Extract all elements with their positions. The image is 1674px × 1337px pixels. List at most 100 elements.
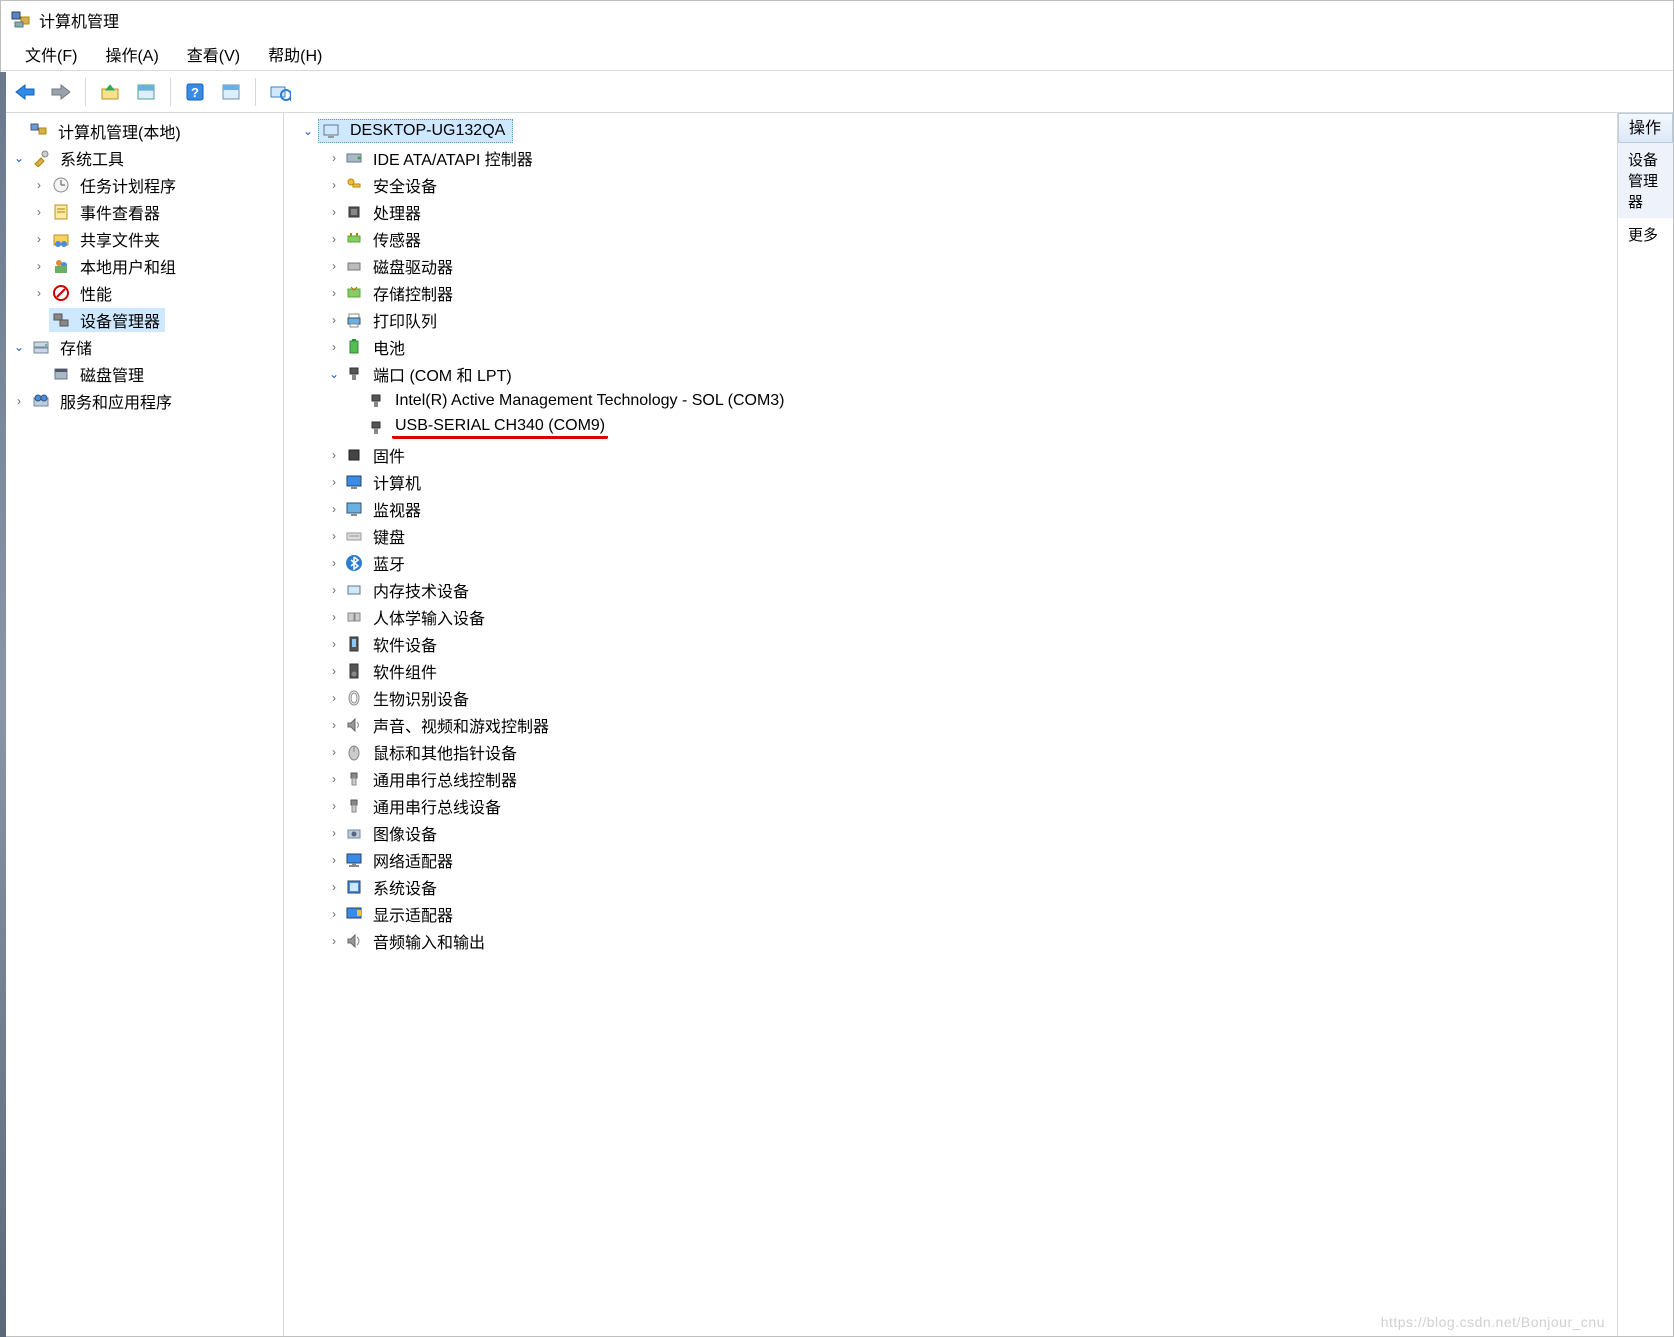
cat-display-adapters[interactable]: ›显示适配器 bbox=[284, 900, 1617, 927]
tree-device-manager[interactable]: ›设备管理器 bbox=[1, 306, 283, 333]
cat-monitors[interactable]: ›监视器 bbox=[284, 495, 1617, 522]
cat-software-devices[interactable]: ›软件设备 bbox=[284, 630, 1617, 657]
cat-hid[interactable]: ›人体学输入设备 bbox=[284, 603, 1617, 630]
chevron-right-icon[interactable]: › bbox=[326, 312, 342, 328]
chevron-right-icon[interactable]: › bbox=[326, 474, 342, 490]
tree-shared-folders[interactable]: ›共享文件夹 bbox=[1, 225, 283, 252]
left-tree[interactable]: ▶ 计算机管理(本地) ⌄ bbox=[1, 117, 283, 414]
chevron-right-icon[interactable]: › bbox=[326, 339, 342, 355]
cat-bluetooth[interactable]: ›蓝牙 bbox=[284, 549, 1617, 576]
chevron-right-icon[interactable]: › bbox=[31, 231, 47, 247]
chevron-right-icon[interactable]: › bbox=[326, 906, 342, 922]
printer-icon bbox=[344, 310, 364, 330]
cat-printers[interactable]: ›打印队列 bbox=[284, 306, 1617, 333]
device-tree[interactable]: ⌄ DESKTOP-UG132QA ›IDE ATA/ATAPI 控制器 ›安全… bbox=[284, 117, 1617, 954]
chevron-right-icon[interactable]: › bbox=[326, 231, 342, 247]
tree-services-apps[interactable]: › 服务和应用程序 bbox=[1, 387, 283, 414]
cat-firmware[interactable]: ›固件 bbox=[284, 441, 1617, 468]
cat-ide[interactable]: ›IDE ATA/ATAPI 控制器 bbox=[284, 144, 1617, 171]
cat-memory-tech[interactable]: ›内存技术设备 bbox=[284, 576, 1617, 603]
chevron-right-icon[interactable]: › bbox=[326, 879, 342, 895]
chevron-right-icon[interactable]: › bbox=[326, 636, 342, 652]
chevron-down-icon[interactable]: ⌄ bbox=[326, 366, 342, 382]
forward-button[interactable] bbox=[46, 77, 76, 107]
chevron-right-icon[interactable]: › bbox=[326, 825, 342, 841]
tree-task-scheduler[interactable]: ›任务计划程序 bbox=[1, 171, 283, 198]
chevron-right-icon[interactable]: › bbox=[326, 690, 342, 706]
keyboard-icon bbox=[344, 526, 364, 546]
chevron-right-icon[interactable]: › bbox=[31, 177, 47, 193]
chevron-right-icon[interactable]: › bbox=[326, 663, 342, 679]
chevron-right-icon[interactable]: › bbox=[326, 528, 342, 544]
chevron-right-icon[interactable]: › bbox=[326, 285, 342, 301]
chevron-right-icon[interactable]: › bbox=[326, 933, 342, 949]
chevron-down-icon[interactable]: ⌄ bbox=[300, 123, 316, 139]
cat-disks[interactable]: ›磁盘驱动器 bbox=[284, 252, 1617, 279]
actions-device-mgr[interactable]: 设备管理器 bbox=[1618, 143, 1673, 218]
cat-security[interactable]: ›安全设备 bbox=[284, 171, 1617, 198]
chevron-right-icon[interactable]: › bbox=[326, 447, 342, 463]
cat-system-devices[interactable]: ›系统设备 bbox=[284, 873, 1617, 900]
cat-mice[interactable]: ›鼠标和其他指针设备 bbox=[284, 738, 1617, 765]
tree-performance[interactable]: ›性能 bbox=[1, 279, 283, 306]
chevron-right-icon[interactable]: › bbox=[31, 258, 47, 274]
cat-processors[interactable]: ›处理器 bbox=[284, 198, 1617, 225]
chevron-right-icon[interactable]: › bbox=[326, 204, 342, 220]
tree-root[interactable]: ▶ 计算机管理(本地) bbox=[1, 117, 283, 144]
menu-view[interactable]: 查看(V) bbox=[173, 38, 254, 70]
cat-keyboards[interactable]: ›键盘 bbox=[284, 522, 1617, 549]
chevron-right-icon[interactable]: › bbox=[31, 285, 47, 301]
chevron-right-icon[interactable]: › bbox=[11, 393, 27, 409]
chevron-right-icon[interactable]: › bbox=[326, 609, 342, 625]
port-intel-amt[interactable]: Intel(R) Active Management Technology - … bbox=[284, 387, 1617, 414]
menu-action[interactable]: 操作(A) bbox=[91, 38, 172, 70]
cat-network[interactable]: ›网络适配器 bbox=[284, 846, 1617, 873]
back-button[interactable] bbox=[10, 77, 40, 107]
menu-help[interactable]: 帮助(H) bbox=[254, 38, 336, 70]
properties-button[interactable] bbox=[131, 77, 161, 107]
chevron-down-icon[interactable]: ⌄ bbox=[11, 150, 27, 166]
help-button[interactable]: ? bbox=[180, 77, 210, 107]
actions-pane: 操作 设备管理器 更多 bbox=[1618, 113, 1673, 1336]
actions-more[interactable]: 更多 bbox=[1618, 218, 1673, 251]
cat-biometric[interactable]: ›生物识别设备 bbox=[284, 684, 1617, 711]
chevron-right-icon[interactable]: › bbox=[326, 258, 342, 274]
chevron-right-icon[interactable]: › bbox=[31, 204, 47, 220]
device-root[interactable]: ⌄ DESKTOP-UG132QA bbox=[284, 117, 1617, 144]
chevron-right-icon[interactable]: › bbox=[326, 555, 342, 571]
chevron-right-icon[interactable]: › bbox=[326, 852, 342, 868]
cat-storage-ctrl[interactable]: ›存储控制器 bbox=[284, 279, 1617, 306]
chevron-right-icon[interactable]: › bbox=[326, 744, 342, 760]
refresh-button[interactable] bbox=[265, 77, 295, 107]
cat-usb-controllers[interactable]: ›通用串行总线控制器 bbox=[284, 765, 1617, 792]
tree-disk-management[interactable]: ›磁盘管理 bbox=[1, 360, 283, 387]
tree-storage[interactable]: ⌄ 存储 bbox=[1, 333, 283, 360]
cat-computer[interactable]: ›计算机 bbox=[284, 468, 1617, 495]
port-usb-serial[interactable]: USB-SERIAL CH340 (COM9) bbox=[284, 414, 1617, 441]
tree-system-tools[interactable]: ⌄ 系统工具 bbox=[1, 144, 283, 171]
up-button[interactable] bbox=[95, 77, 125, 107]
chevron-right-icon[interactable]: › bbox=[326, 771, 342, 787]
key-icon bbox=[344, 175, 364, 195]
menu-file[interactable]: 文件(F) bbox=[11, 38, 91, 70]
cat-sound[interactable]: ›声音、视频和游戏控制器 bbox=[284, 711, 1617, 738]
chevron-right-icon[interactable]: › bbox=[326, 177, 342, 193]
cat-software-components[interactable]: ›软件组件 bbox=[284, 657, 1617, 684]
tree-event-viewer[interactable]: ›事件查看器 bbox=[1, 198, 283, 225]
cat-sensors[interactable]: ›传感器 bbox=[284, 225, 1617, 252]
chevron-right-icon[interactable]: › bbox=[326, 150, 342, 166]
cat-usb-devices[interactable]: ›通用串行总线设备 bbox=[284, 792, 1617, 819]
cat-batteries[interactable]: ›电池 bbox=[284, 333, 1617, 360]
tree-local-users[interactable]: ›本地用户和组 bbox=[1, 252, 283, 279]
chevron-down-icon[interactable]: ⌄ bbox=[11, 339, 27, 355]
cat-ports[interactable]: ⌄端口 (COM 和 LPT) bbox=[284, 360, 1617, 387]
chevron-right-icon[interactable]: › bbox=[326, 717, 342, 733]
chevron-right-icon[interactable]: › bbox=[326, 582, 342, 598]
storage-ctrl-icon bbox=[344, 283, 364, 303]
cat-imaging[interactable]: ›图像设备 bbox=[284, 819, 1617, 846]
console-button[interactable] bbox=[216, 77, 246, 107]
computer-icon bbox=[321, 121, 341, 141]
chevron-right-icon[interactable]: › bbox=[326, 501, 342, 517]
chevron-right-icon[interactable]: › bbox=[326, 798, 342, 814]
cat-audio-io[interactable]: ›音频输入和输出 bbox=[284, 927, 1617, 954]
